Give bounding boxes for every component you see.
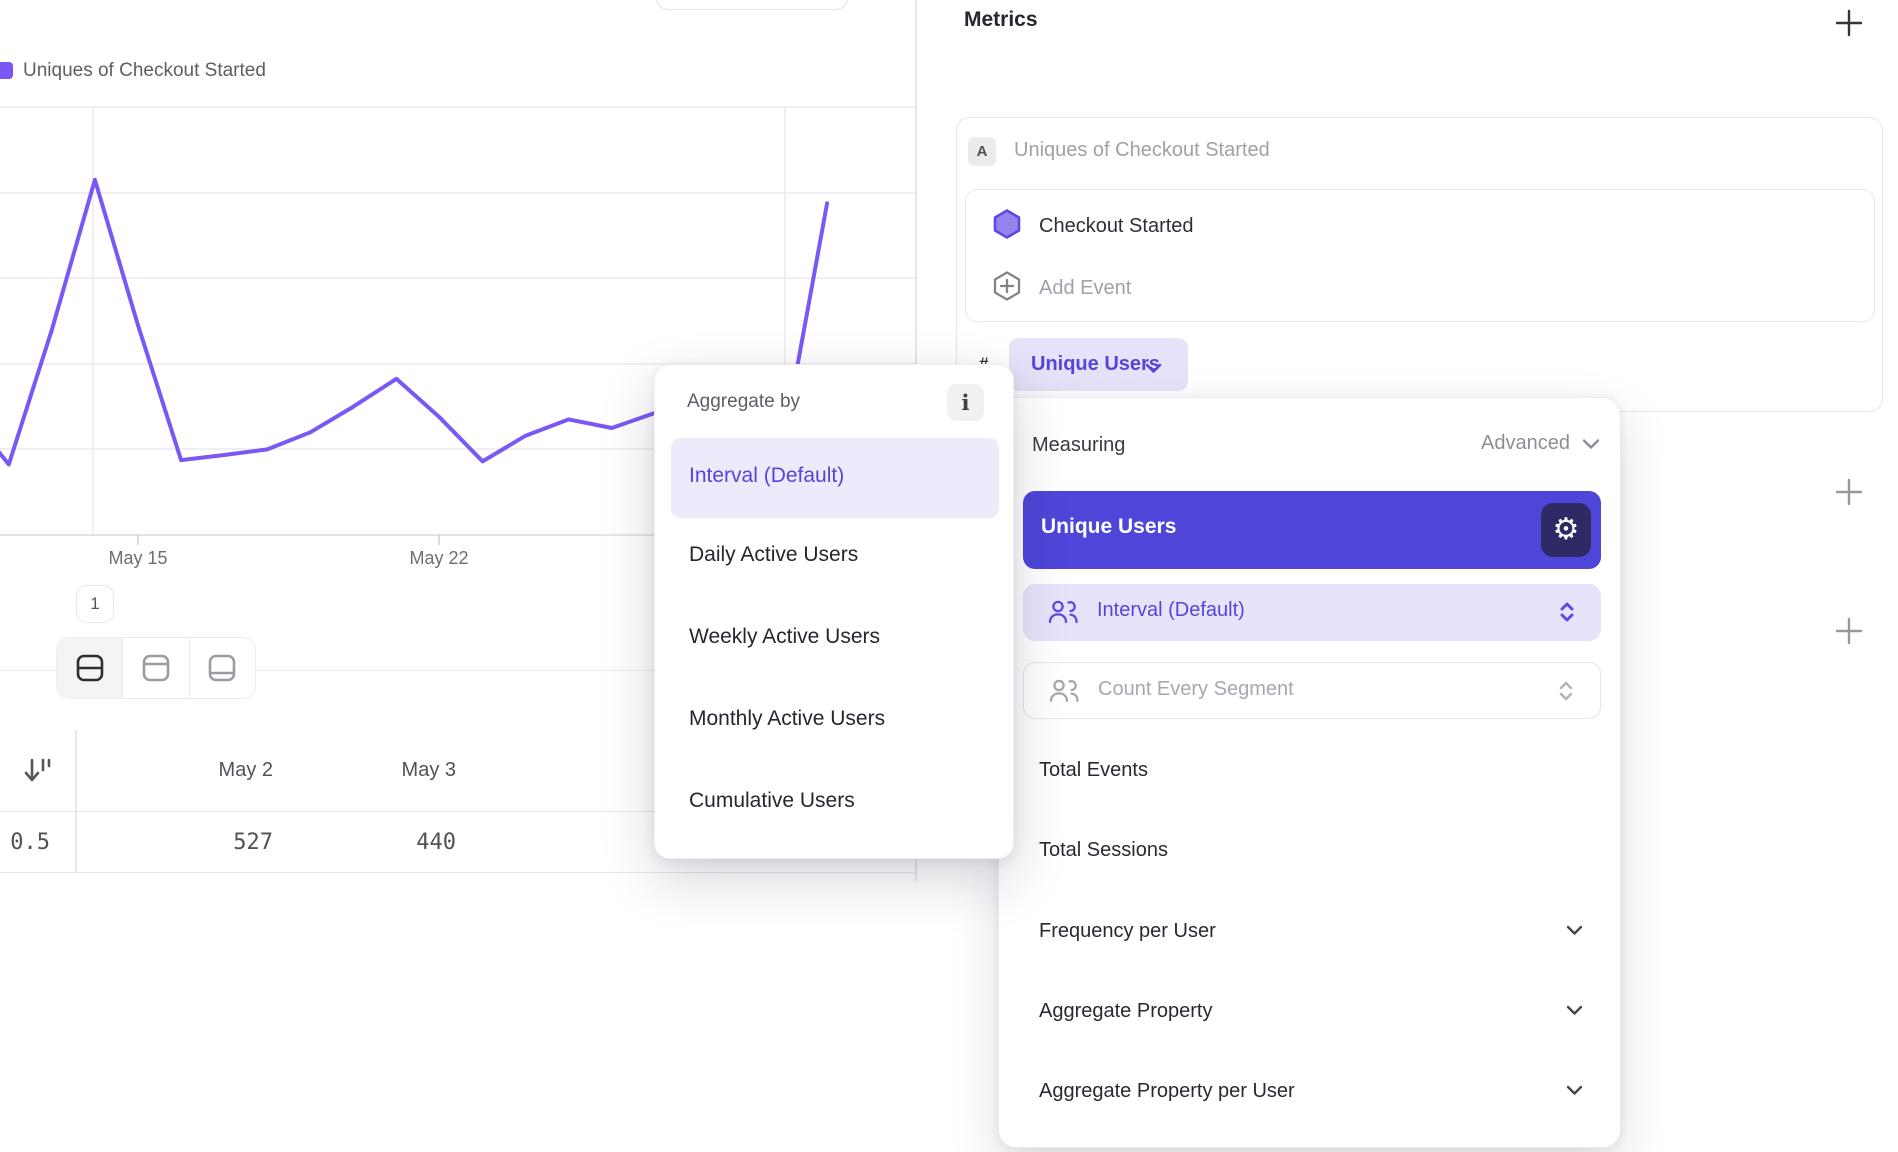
x-tick-may-22: May 22 (379, 548, 499, 569)
menu-item-cumulative-users[interactable]: Cumulative Users (689, 789, 855, 813)
users-icon (1048, 678, 1080, 709)
chevron-down-icon (1582, 438, 1600, 450)
event-card: Checkout Started Add Event (965, 189, 1875, 322)
measurement-chip[interactable]: Unique Users (1009, 338, 1188, 391)
menu-item-interval-default-selected[interactable]: Interval (Default) (671, 438, 999, 518)
layout-top-button[interactable] (123, 638, 189, 698)
top-panel-icon (139, 651, 173, 685)
event-name[interactable]: Checkout Started (1039, 215, 1194, 238)
column-header[interactable]: May 2 (75, 730, 273, 811)
add-event-hexagon-icon (991, 270, 1023, 307)
unfold-more-icon (1558, 679, 1574, 708)
info-icon[interactable]: i (947, 384, 984, 421)
menu-item-daily-active-users[interactable]: Daily Active Users (689, 543, 858, 567)
metrics-panel-title: Metrics (964, 8, 1038, 32)
selected-item-label: Interval (Default) (689, 464, 844, 488)
value-cell: 440 (287, 812, 456, 872)
add-breakdown-button[interactable] (1834, 616, 1864, 646)
value-cell: 527 (75, 812, 273, 872)
row-label-cell: 0.5 (0, 812, 50, 872)
layout-toggle-group (56, 637, 256, 699)
users-icon (1047, 599, 1079, 630)
metric-card: A Uniques of Checkout Started Checkout S… (956, 117, 1883, 412)
metric-letter-badge: A (968, 137, 996, 166)
selected-measure-label: Unique Users (1041, 515, 1176, 539)
add-metric-button[interactable] (1833, 7, 1865, 39)
sort-descending-icon (22, 755, 54, 787)
plus-icon (1834, 8, 1864, 38)
segment-option-row[interactable]: Count Every Segment (1023, 662, 1601, 719)
gear-icon[interactable]: ⚙ (1541, 503, 1591, 557)
chevron-down-icon (1145, 361, 1162, 379)
measurement-chip-label: Unique Users (1031, 353, 1160, 376)
analytics-screen: Uniques of Checkout Started May 15 May 2… (0, 0, 1898, 1152)
plus-icon (1835, 478, 1863, 506)
menu-item-total-events[interactable]: Total Events (1039, 759, 1148, 782)
measuring-popup: Measuring Advanced Unique Users ⚙ Interv… (998, 397, 1621, 1148)
column-header[interactable]: May 3 (287, 730, 456, 811)
add-event-label: Add Event (1039, 277, 1131, 300)
bottom-panel-icon (205, 651, 239, 685)
layout-split-button[interactable] (57, 638, 123, 698)
event-hexagon-icon (991, 208, 1023, 245)
legend-swatch-icon (0, 62, 13, 79)
add-filter-button[interactable] (1834, 477, 1864, 507)
table-column-divider (75, 730, 77, 873)
interval-option-row[interactable]: Interval (Default) (1023, 584, 1601, 641)
menu-item-monthly-active-users[interactable]: Monthly Active Users (689, 707, 885, 731)
menu-item-aggregate-property[interactable]: Aggregate Property (1039, 1000, 1212, 1023)
chevron-down-icon[interactable] (1566, 923, 1583, 941)
legend-label[interactable]: Uniques of Checkout Started (23, 60, 266, 82)
menu-item-total-sessions[interactable]: Total Sessions (1039, 839, 1168, 862)
toolbar-button-partial[interactable] (656, 0, 848, 10)
aggregate-by-title: Aggregate by (687, 391, 800, 413)
measuring-option-selected[interactable]: Unique Users ⚙ (1023, 491, 1601, 569)
chevron-down-icon[interactable] (1566, 1083, 1583, 1101)
interval-option-label: Interval (Default) (1097, 599, 1245, 622)
menu-item-frequency-per-user[interactable]: Frequency per User (1039, 920, 1216, 943)
plus-icon (1835, 617, 1863, 645)
measuring-title: Measuring (1032, 434, 1125, 457)
split-rows-icon (73, 651, 107, 685)
event-row[interactable]: Checkout Started (966, 201, 1874, 251)
advanced-toggle[interactable]: Advanced (1481, 432, 1600, 455)
segment-option-label: Count Every Segment (1098, 678, 1294, 701)
page-badge[interactable]: 1 (76, 585, 114, 623)
advanced-label: Advanced (1481, 432, 1570, 455)
x-tick-may-15: May 15 (78, 548, 198, 569)
unfold-more-icon (1559, 600, 1575, 629)
add-event-row[interactable]: Add Event (966, 263, 1874, 313)
sort-button[interactable] (0, 730, 75, 811)
menu-item-weekly-active-users[interactable]: Weekly Active Users (689, 625, 880, 649)
layout-bottom-button[interactable] (190, 638, 255, 698)
chevron-down-icon[interactable] (1566, 1003, 1583, 1021)
menu-item-aggregate-property-per-user[interactable]: Aggregate Property per User (1039, 1080, 1295, 1103)
metric-name-input[interactable]: Uniques of Checkout Started (1014, 139, 1270, 162)
aggregate-by-popup: Aggregate by i Interval (Default) Daily … (654, 364, 1014, 859)
